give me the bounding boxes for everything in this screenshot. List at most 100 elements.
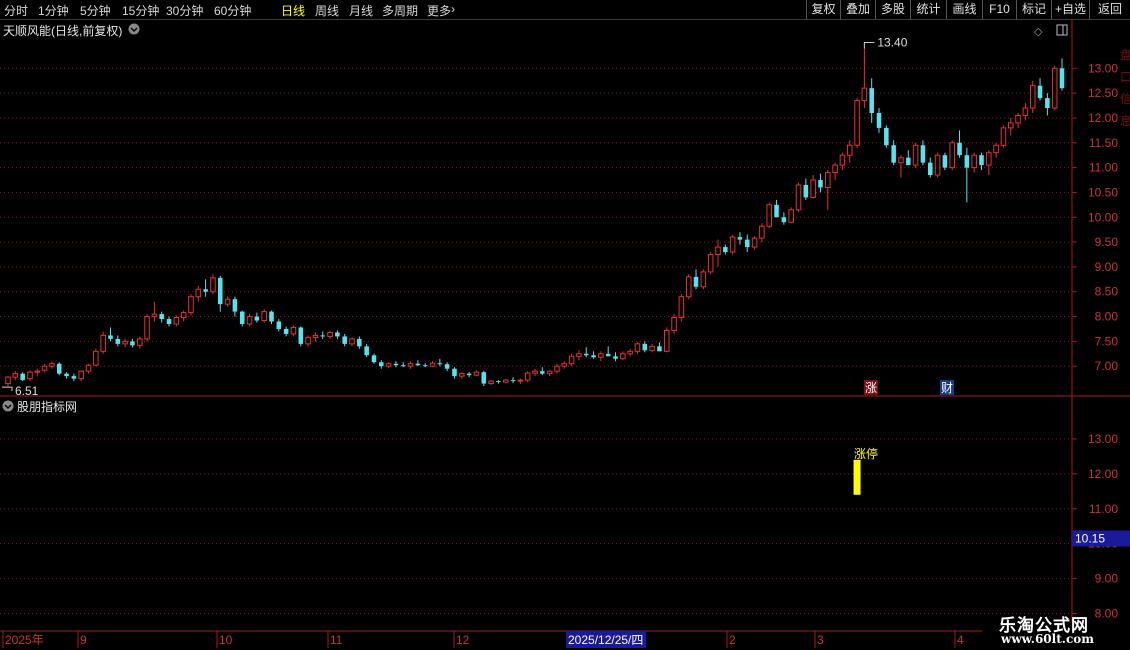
period-3[interactable]: 15分钟 xyxy=(122,2,159,19)
candle-body-up xyxy=(517,379,524,382)
candle-body-up xyxy=(707,253,714,273)
right-edge-char: 信 xyxy=(1120,92,1130,106)
period-7[interactable]: 周线 xyxy=(315,2,339,19)
period-4[interactable]: 30分钟 xyxy=(166,2,203,19)
signal-bar xyxy=(853,459,861,495)
main-tick-label: 7.50 xyxy=(1095,334,1119,348)
candle-body-up xyxy=(327,331,333,337)
candle-body-down xyxy=(657,346,662,352)
period-5[interactable]: 60分钟 xyxy=(214,2,251,19)
toolbar-button-8[interactable]: 返回 xyxy=(1089,0,1130,19)
toolbar-button-2[interactable]: 多股 xyxy=(875,0,910,19)
candle-body-down xyxy=(217,277,223,305)
candle-body-up xyxy=(663,329,670,352)
candle-body-down xyxy=(869,88,874,113)
candle-body-down xyxy=(927,162,933,176)
candle-body-down xyxy=(510,380,516,382)
candle-body-up xyxy=(349,338,355,345)
right-edge-char: 息 xyxy=(1120,113,1130,128)
toolbar-button-0[interactable]: 复权 xyxy=(806,0,840,19)
candle-body-down xyxy=(891,145,896,163)
candle-body-up xyxy=(700,271,707,288)
candle-body-down xyxy=(723,247,728,253)
candle-body-up xyxy=(949,142,955,169)
toolbar-button-4[interactable]: 画线 xyxy=(946,0,982,19)
candle-body-down xyxy=(452,368,457,377)
more-chevron-icon[interactable]: › xyxy=(451,2,455,16)
candle-body-up xyxy=(188,296,194,314)
xaxis-label: 11 xyxy=(330,633,343,647)
toolbar: 分时 1分钟 5分钟 15分钟 30分钟 60分钟 日线 周线 月线 多周期 更多 › 复权 叠加 多股 统计… xyxy=(0,0,1130,20)
period-2[interactable]: 5分钟 xyxy=(80,2,111,19)
candle-body-up xyxy=(788,209,794,223)
candle-body-down xyxy=(1059,68,1065,89)
candle-body-up xyxy=(1015,114,1021,124)
candle-body-down xyxy=(364,346,369,356)
sub-tick-label: 11.00 xyxy=(1089,502,1118,516)
sub-tick-label: 12.00 xyxy=(1088,467,1118,481)
candle-body-down xyxy=(159,314,164,320)
candle-body-up xyxy=(986,152,992,166)
candle-body-down xyxy=(605,353,611,357)
panel-toggle-icon xyxy=(1056,24,1068,36)
candle-body-up xyxy=(224,298,231,305)
candle-body-up xyxy=(429,362,436,367)
chart-area[interactable]: 13.00 12.50 12.00 11.50 11.00 10.50 10.00 9.50 9… xyxy=(0,19,1130,650)
signal-label: 涨停 xyxy=(854,446,878,461)
candle-body-up xyxy=(846,144,853,156)
candle-body-up xyxy=(546,370,553,375)
candle-body-down xyxy=(379,362,384,367)
candle-body-up xyxy=(649,345,655,351)
candle-body-up xyxy=(12,373,19,378)
main-tick-label: 11.00 xyxy=(1089,161,1118,175)
main-tick-label: 13.00 xyxy=(1088,61,1118,75)
period-0[interactable]: 分时 xyxy=(4,2,28,19)
period-8[interactable]: 月线 xyxy=(349,2,373,19)
toolbar-button-6[interactable]: 标记 xyxy=(1016,0,1051,19)
candle-body-up xyxy=(766,204,772,227)
limit-up-marker: 涨 xyxy=(865,380,877,395)
candle-body-up xyxy=(576,353,582,357)
candle-body-up xyxy=(861,87,868,102)
sub-tick-label: 8.00 xyxy=(1095,607,1119,621)
candle-body-up xyxy=(715,246,721,255)
candle-body-up xyxy=(180,312,187,319)
candle-body-down xyxy=(591,355,596,358)
candle-body-down xyxy=(415,363,421,366)
candle-body-down xyxy=(335,332,340,337)
right-edge-char: 口 xyxy=(1120,70,1130,84)
candle-body-down xyxy=(298,327,304,344)
candle-body-down xyxy=(964,155,970,168)
toolbar-button-3[interactable]: 统计 xyxy=(910,0,946,19)
period-10[interactable]: 更多 xyxy=(427,2,451,19)
period-9[interactable]: 多周期 xyxy=(382,2,418,19)
sub-panel-title: 股朋指标网 xyxy=(17,399,77,414)
toolbar-button-7[interactable]: +自选 xyxy=(1051,0,1089,19)
candle-body-up xyxy=(934,154,941,176)
candle-body-up xyxy=(620,353,626,360)
candle-body-down xyxy=(920,145,926,163)
finance-marker: 财 xyxy=(941,381,953,395)
candle-body-down xyxy=(1045,98,1050,109)
candle-body-down xyxy=(906,157,911,166)
candle-body-up xyxy=(1051,67,1058,109)
candle-body-down xyxy=(781,217,787,223)
candle-body-up xyxy=(751,237,758,248)
toolbar-button-1[interactable]: 叠加 xyxy=(840,0,875,19)
candle-body-down xyxy=(71,376,77,379)
current-value-label: 10.15 xyxy=(1075,531,1105,545)
candle-body-down xyxy=(818,180,823,188)
candle-body-up xyxy=(151,313,158,318)
period-6[interactable]: 日线 xyxy=(281,2,305,19)
diamond-icon: ◇ xyxy=(1034,25,1043,38)
candle-body-down xyxy=(737,237,743,240)
main-tick-label: 11.50 xyxy=(1089,136,1118,150)
period-1[interactable]: 1分钟 xyxy=(38,2,69,19)
high-pointer xyxy=(863,41,875,49)
candle-body-down xyxy=(400,365,406,367)
toolbar-button-5[interactable]: F10 xyxy=(982,0,1016,19)
candle-body-up xyxy=(729,236,736,253)
candle-body-up xyxy=(100,334,106,352)
sub-tick-label: 13.00 xyxy=(1088,432,1118,446)
candle-body-up xyxy=(27,371,33,380)
